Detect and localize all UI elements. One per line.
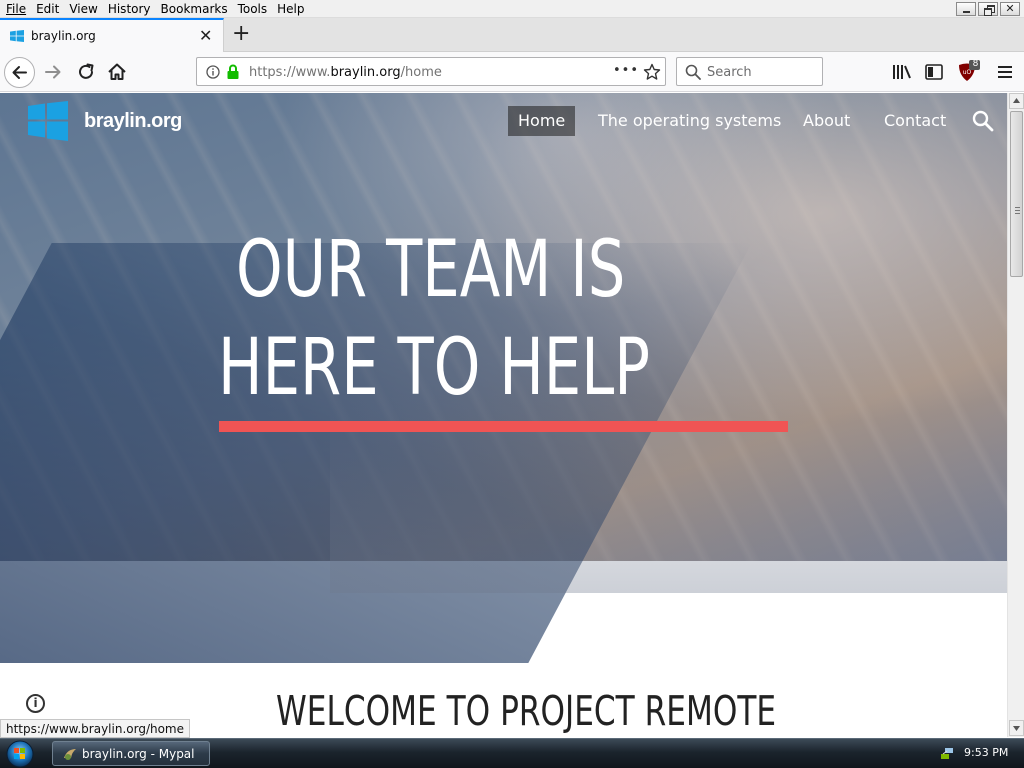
tab-braylin[interactable]: braylin.org ✕ — [0, 18, 224, 52]
info-icon[interactable]: i — [26, 694, 45, 713]
nav-about[interactable]: About — [803, 106, 850, 136]
search-icon — [685, 64, 701, 80]
taskbar-window-button[interactable]: braylin.org - Mypal — [52, 741, 210, 766]
hamburger-menu-icon[interactable] — [997, 65, 1013, 79]
windows-favicon-icon — [10, 30, 24, 42]
site-search-icon[interactable] — [972, 110, 994, 132]
scroll-down-arrow[interactable] — [1009, 720, 1024, 736]
search-placeholder: Search — [707, 65, 752, 80]
scroll-up-arrow[interactable] — [1009, 93, 1024, 109]
hero-headline-line1: OUR TEAM IS — [236, 225, 626, 315]
url-text: https://www.braylin.org/home — [249, 65, 442, 80]
back-button[interactable] — [4, 57, 35, 88]
hero-headline-line2: HERE TO HELP — [218, 323, 651, 413]
taskbar-clock[interactable]: 9:53 PM — [964, 746, 1008, 759]
nav-bar: https://www.braylin.org/home ••• Search … — [0, 52, 1024, 92]
start-orb-icon[interactable] — [4, 740, 36, 768]
menu-edit[interactable]: Edit — [31, 1, 64, 17]
windows-logo-icon[interactable] — [28, 101, 68, 141]
minimize-button[interactable] — [956, 2, 976, 16]
bookmark-star-icon[interactable] — [643, 63, 661, 81]
menu-file[interactable]: File — [0, 1, 31, 17]
menu-help[interactable]: Help — [272, 1, 309, 17]
forward-arrow-icon[interactable] — [41, 60, 65, 84]
svg-text:uO: uO — [963, 69, 972, 76]
scroll-grip-icon — [1015, 207, 1020, 214]
library-icon[interactable] — [892, 64, 912, 80]
mypal-app-icon — [64, 749, 76, 760]
tab-strip: braylin.org ✕ + — [0, 18, 1024, 52]
ublock-badge: 8 — [972, 59, 979, 69]
sidebar-toggle-icon[interactable] — [925, 64, 943, 80]
nav-home[interactable]: Home — [508, 106, 576, 136]
reload-icon[interactable] — [74, 60, 98, 84]
home-icon[interactable] — [105, 60, 129, 84]
close-window-button[interactable]: ✕ — [1000, 2, 1020, 16]
page-actions-icon[interactable]: ••• — [613, 63, 639, 78]
menu-bookmarks[interactable]: Bookmarks — [156, 1, 233, 17]
menu-items: File Edit View History Bookmarks Tools H… — [0, 1, 310, 17]
site-info-icon[interactable] — [206, 65, 220, 79]
new-tab-button[interactable]: + — [232, 21, 250, 47]
tab-title: braylin.org — [31, 29, 96, 43]
page-viewport: braylin.org Home The operating systems A… — [0, 93, 1007, 737]
scroll-down-icon — [1013, 726, 1020, 731]
nav-operating-systems[interactable]: The operating systems — [598, 106, 781, 136]
hero-section: braylin.org Home The operating systems A… — [0, 93, 1007, 663]
network-tray-icon[interactable] — [940, 746, 954, 760]
hero-accent-underline — [219, 421, 788, 432]
scroll-thumb[interactable] — [1010, 111, 1023, 277]
url-bar[interactable]: https://www.braylin.org/home ••• — [196, 57, 666, 86]
padlock-icon — [227, 64, 239, 79]
nav-contact[interactable]: Contact — [884, 106, 946, 136]
vertical-scrollbar[interactable] — [1007, 93, 1024, 737]
welcome-heading: WELCOME TO PROJECT REMOTE — [276, 687, 777, 735]
menu-view[interactable]: View — [64, 1, 102, 17]
scroll-up-icon — [1013, 98, 1020, 103]
menu-history[interactable]: History — [103, 1, 156, 17]
window-controls: ✕ — [956, 2, 1020, 16]
tab-close-icon[interactable]: ✕ — [199, 26, 212, 45]
menu-bar: File Edit View History Bookmarks Tools H… — [0, 0, 1024, 18]
restore-button[interactable] — [978, 2, 998, 16]
taskbar: braylin.org - Mypal 9:53 PM — [0, 738, 1024, 768]
back-arrow-icon — [12, 66, 27, 79]
search-input[interactable]: Search — [676, 57, 823, 86]
taskbar-window-label: braylin.org - Mypal — [82, 747, 195, 761]
status-link-preview: https://www.braylin.org/home — [0, 719, 191, 738]
site-name[interactable]: braylin.org — [84, 110, 182, 133]
menu-tools[interactable]: Tools — [233, 1, 273, 17]
